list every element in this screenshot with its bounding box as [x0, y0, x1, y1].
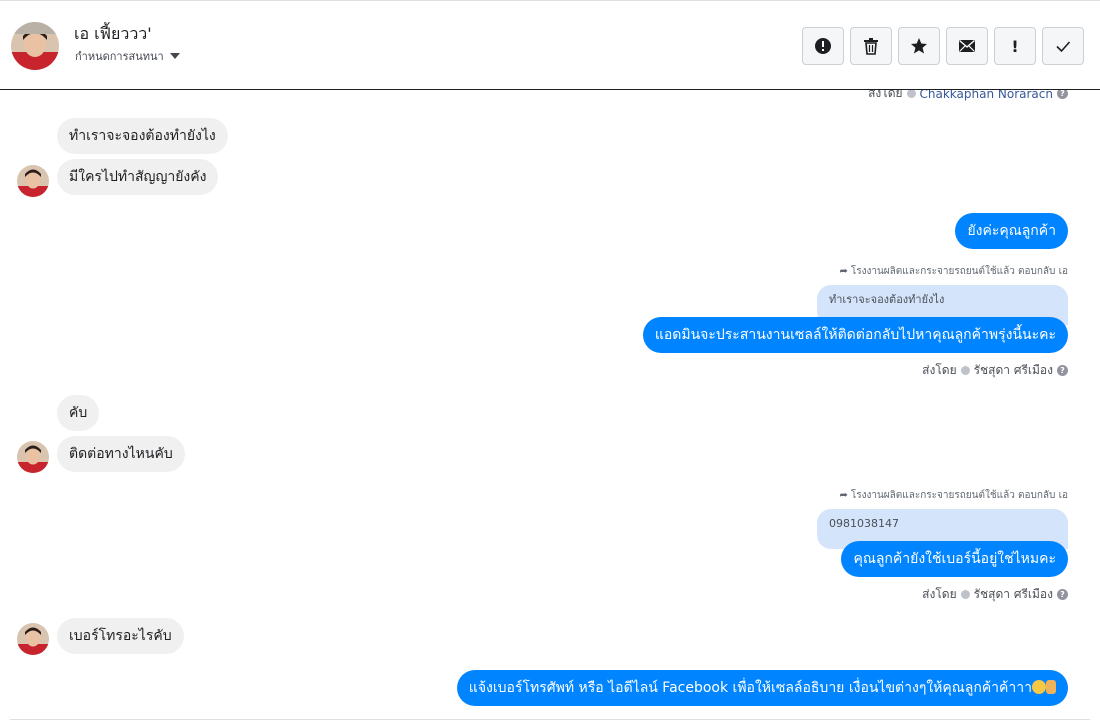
verified-dot-icon: [960, 590, 970, 599]
contact-avatar-small: [17, 441, 49, 473]
outgoing-message[interactable]: ยังค่ะคุณลูกค้า: [955, 213, 1068, 249]
contact-name: เอ เฟี้ยววว': [74, 24, 152, 43]
message-thread[interactable]: ส่งโดย Chakkaphan Noraracn ? ทำเราจะจองต…: [0, 90, 1100, 720]
contact-avatar[interactable]: [11, 22, 59, 70]
caret-down-icon: [169, 53, 180, 59]
sent-by-label: ส่งโดย รัชสุดา ศรีเมือง ?: [922, 361, 1068, 380]
exclamation-icon: !: [1011, 36, 1019, 56]
sender-name[interactable]: รัชสุดา ศรีเมือง: [974, 361, 1053, 380]
star-button[interactable]: [898, 27, 940, 65]
outgoing-message-text: แจ้งเบอร์โทรศัพท์ หรือ ไอดีไลน์ Facebook…: [468, 680, 1032, 696]
star-icon: [911, 38, 927, 54]
assign-conversation-dropdown[interactable]: กำหนดการสนทนา: [75, 47, 180, 65]
smiling-hearts-emoji-icon: [1032, 680, 1046, 694]
sent-by-prefix: ส่งโดย: [922, 587, 957, 601]
assign-label: กำหนดการสนทนา: [75, 50, 164, 63]
help-icon[interactable]: ?: [1057, 589, 1068, 600]
outgoing-message[interactable]: แอดมินจะประสานงานเซลล์ให้ติดต่อกลับไปหาค…: [642, 317, 1068, 353]
mark-done-button[interactable]: [1042, 27, 1084, 65]
reply-note-text: โรงงานผลิตและกระจายรถยนต์ใช้แล้ว ตอบกลับ…: [850, 490, 1068, 501]
verified-dot-icon: [906, 90, 916, 98]
action-toolbar: !: [802, 27, 1084, 65]
conversation-header: เอ เฟี้ยววว' กำหนดการสนทนา !: [0, 0, 1100, 90]
sender-name[interactable]: รัชสุดา ศรีเมือง: [974, 585, 1053, 604]
trash-icon: [864, 38, 878, 55]
outgoing-message[interactable]: คุณลูกค้ายังใช้เบอร์นี้อยู่ใช่ไหมคะ: [841, 541, 1068, 577]
mark-spam-button[interactable]: [802, 27, 844, 65]
help-icon[interactable]: ?: [1057, 90, 1068, 99]
sent-by-prefix: ส่งโดย: [868, 90, 903, 100]
reply-note: ➦ โรงงานผลิตและกระจายรถยนต์ใช้แล้ว ตอบกล…: [839, 488, 1068, 503]
reply-arrow-icon: ➦: [839, 490, 848, 501]
sent-by-prefix: ส่งโดย: [922, 363, 957, 377]
reply-arrow-icon: ➦: [839, 266, 848, 277]
outgoing-message[interactable]: แจ้งเบอร์โทรศัพท์ หรือ ไอดีไลน์ Facebook…: [456, 670, 1068, 706]
incoming-message[interactable]: ติดต่อทางไหนคับ: [57, 436, 185, 472]
composer-divider: [10, 719, 1090, 725]
incoming-message[interactable]: ทำเราจะจองต้องทำยังไง: [57, 118, 228, 154]
alert-circle-icon: [815, 38, 831, 54]
contact-avatar-small: [17, 165, 49, 197]
praying-hands-emoji-icon: [1046, 680, 1056, 694]
sender-name[interactable]: Chakkaphan Noraracn: [920, 90, 1053, 101]
follow-up-button[interactable]: !: [994, 27, 1036, 65]
reply-note: ➦ โรงงานผลิตและกระจายรถยนต์ใช้แล้ว ตอบกล…: [839, 264, 1068, 279]
incoming-message[interactable]: คับ: [57, 395, 100, 431]
contact-avatar-small: [17, 623, 49, 655]
reply-note-text: โรงงานผลิตและกระจายรถยนต์ใช้แล้ว ตอบกลับ…: [850, 266, 1068, 277]
incoming-message[interactable]: เบอร์โทรอะไรคับ: [57, 618, 184, 654]
sent-by-label: ส่งโดย Chakkaphan Noraracn ?: [868, 90, 1068, 103]
mark-unread-button[interactable]: [946, 27, 988, 65]
sent-by-label: ส่งโดย รัชสุดา ศรีเมือง ?: [922, 585, 1068, 604]
verified-dot-icon: [960, 366, 970, 375]
envelope-icon: [959, 39, 975, 52]
incoming-message[interactable]: มีใครไปทำสัญญายังคัง: [57, 159, 219, 195]
help-icon[interactable]: ?: [1057, 365, 1068, 376]
delete-button[interactable]: [850, 27, 892, 65]
check-icon: [1056, 41, 1071, 53]
